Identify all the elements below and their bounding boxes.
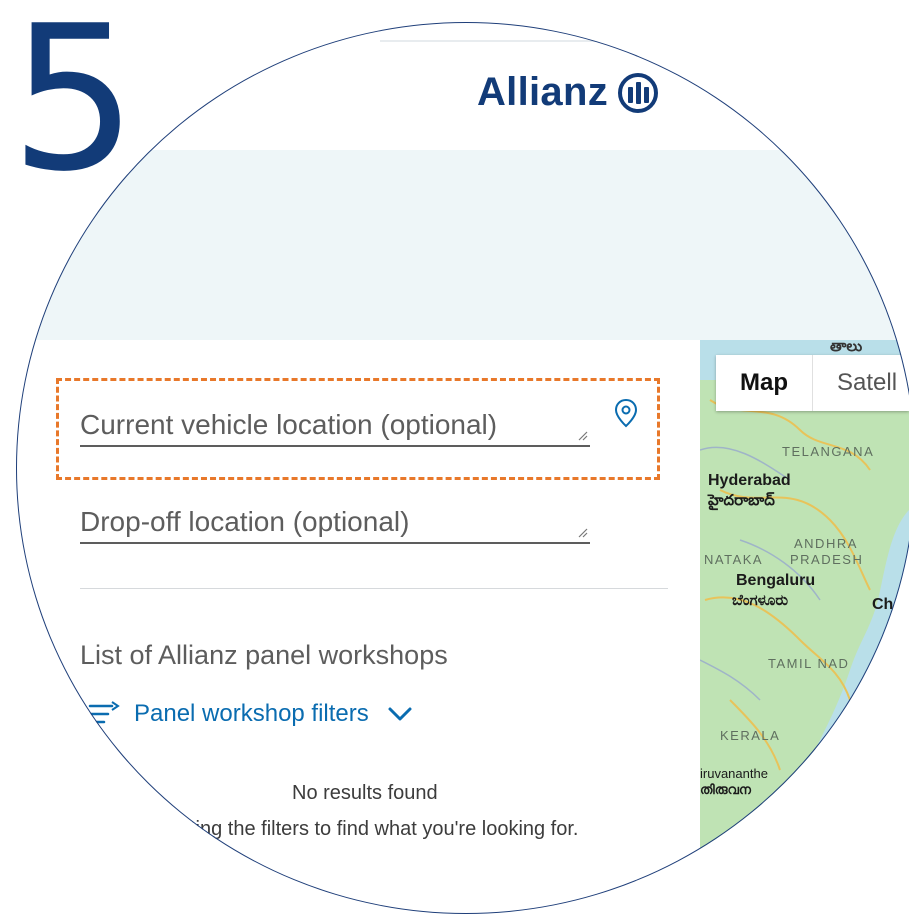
zoomed-screenshot-circle: Allianz Current vehicle location (option…	[16, 22, 909, 914]
map-label-bengaluru-native: ಬೆಂಗಳೂರು	[732, 592, 789, 609]
filters-label: Panel workshop filters	[134, 700, 369, 727]
current-location-field[interactable]: Current vehicle location (optional)	[80, 405, 590, 447]
map-label-kerala: KERALA	[720, 728, 781, 743]
allianz-logo[interactable]: Allianz	[477, 70, 659, 115]
brand-name: Allianz	[477, 70, 609, 114]
map-label-pradesh: PRADESH	[790, 552, 864, 567]
current-location-placeholder: Current vehicle location (optional)	[80, 409, 498, 440]
map-terrain	[700, 380, 909, 914]
step-number: 5	[10, 0, 138, 216]
map-label-chennai: Ch	[872, 596, 894, 613]
map-label-hyderabad: Hyderabad	[708, 472, 791, 489]
tab-map[interactable]: Map	[716, 355, 812, 411]
map-label-nataka: NATAKA	[704, 552, 764, 567]
map-label-thiruvananthapuram-native: തിരുവന	[700, 782, 751, 797]
resize-handle-icon	[578, 528, 588, 538]
dropoff-placeholder: Drop-off location (optional)	[80, 506, 410, 537]
hero-banner	[16, 150, 909, 340]
filter-icon	[88, 701, 120, 724]
dropoff-location-field[interactable]: Drop-off location (optional)	[80, 502, 590, 544]
map-pin-icon[interactable]	[613, 398, 639, 428]
no-results-title: No results found	[292, 782, 438, 804]
map-label-andhra: ANDHRA	[794, 536, 858, 551]
tab-satellite[interactable]: Satell	[812, 355, 909, 411]
map-label-hyderabad-native: హైదరాబాద్	[708, 492, 775, 509]
no-results-hint: ting the filters to find what you're loo…	[190, 818, 579, 840]
map-type-tabs: Map Satell	[716, 355, 909, 411]
workshop-filters-toggle[interactable]: Panel workshop filters	[88, 700, 413, 728]
map-label-bengaluru: Bengaluru	[736, 572, 816, 589]
resize-handle-icon	[578, 431, 588, 441]
workshops-list-title: List of Allianz panel workshops	[80, 640, 448, 670]
map-label-telangana: TELANGANA	[782, 444, 875, 459]
allianz-eagle-icon	[618, 72, 659, 113]
map-label-tamil-nadu: TAMIL NAD	[768, 656, 850, 671]
map-label-thiruvananthapuram: iruvananthe	[700, 766, 768, 781]
header-divider	[380, 40, 600, 42]
chevron-down-icon	[388, 707, 412, 721]
section-divider	[80, 588, 668, 589]
map-view[interactable]: తాలు TELANGANA Hyderabad హైదరాబాద్ ANDHR…	[700, 340, 909, 914]
